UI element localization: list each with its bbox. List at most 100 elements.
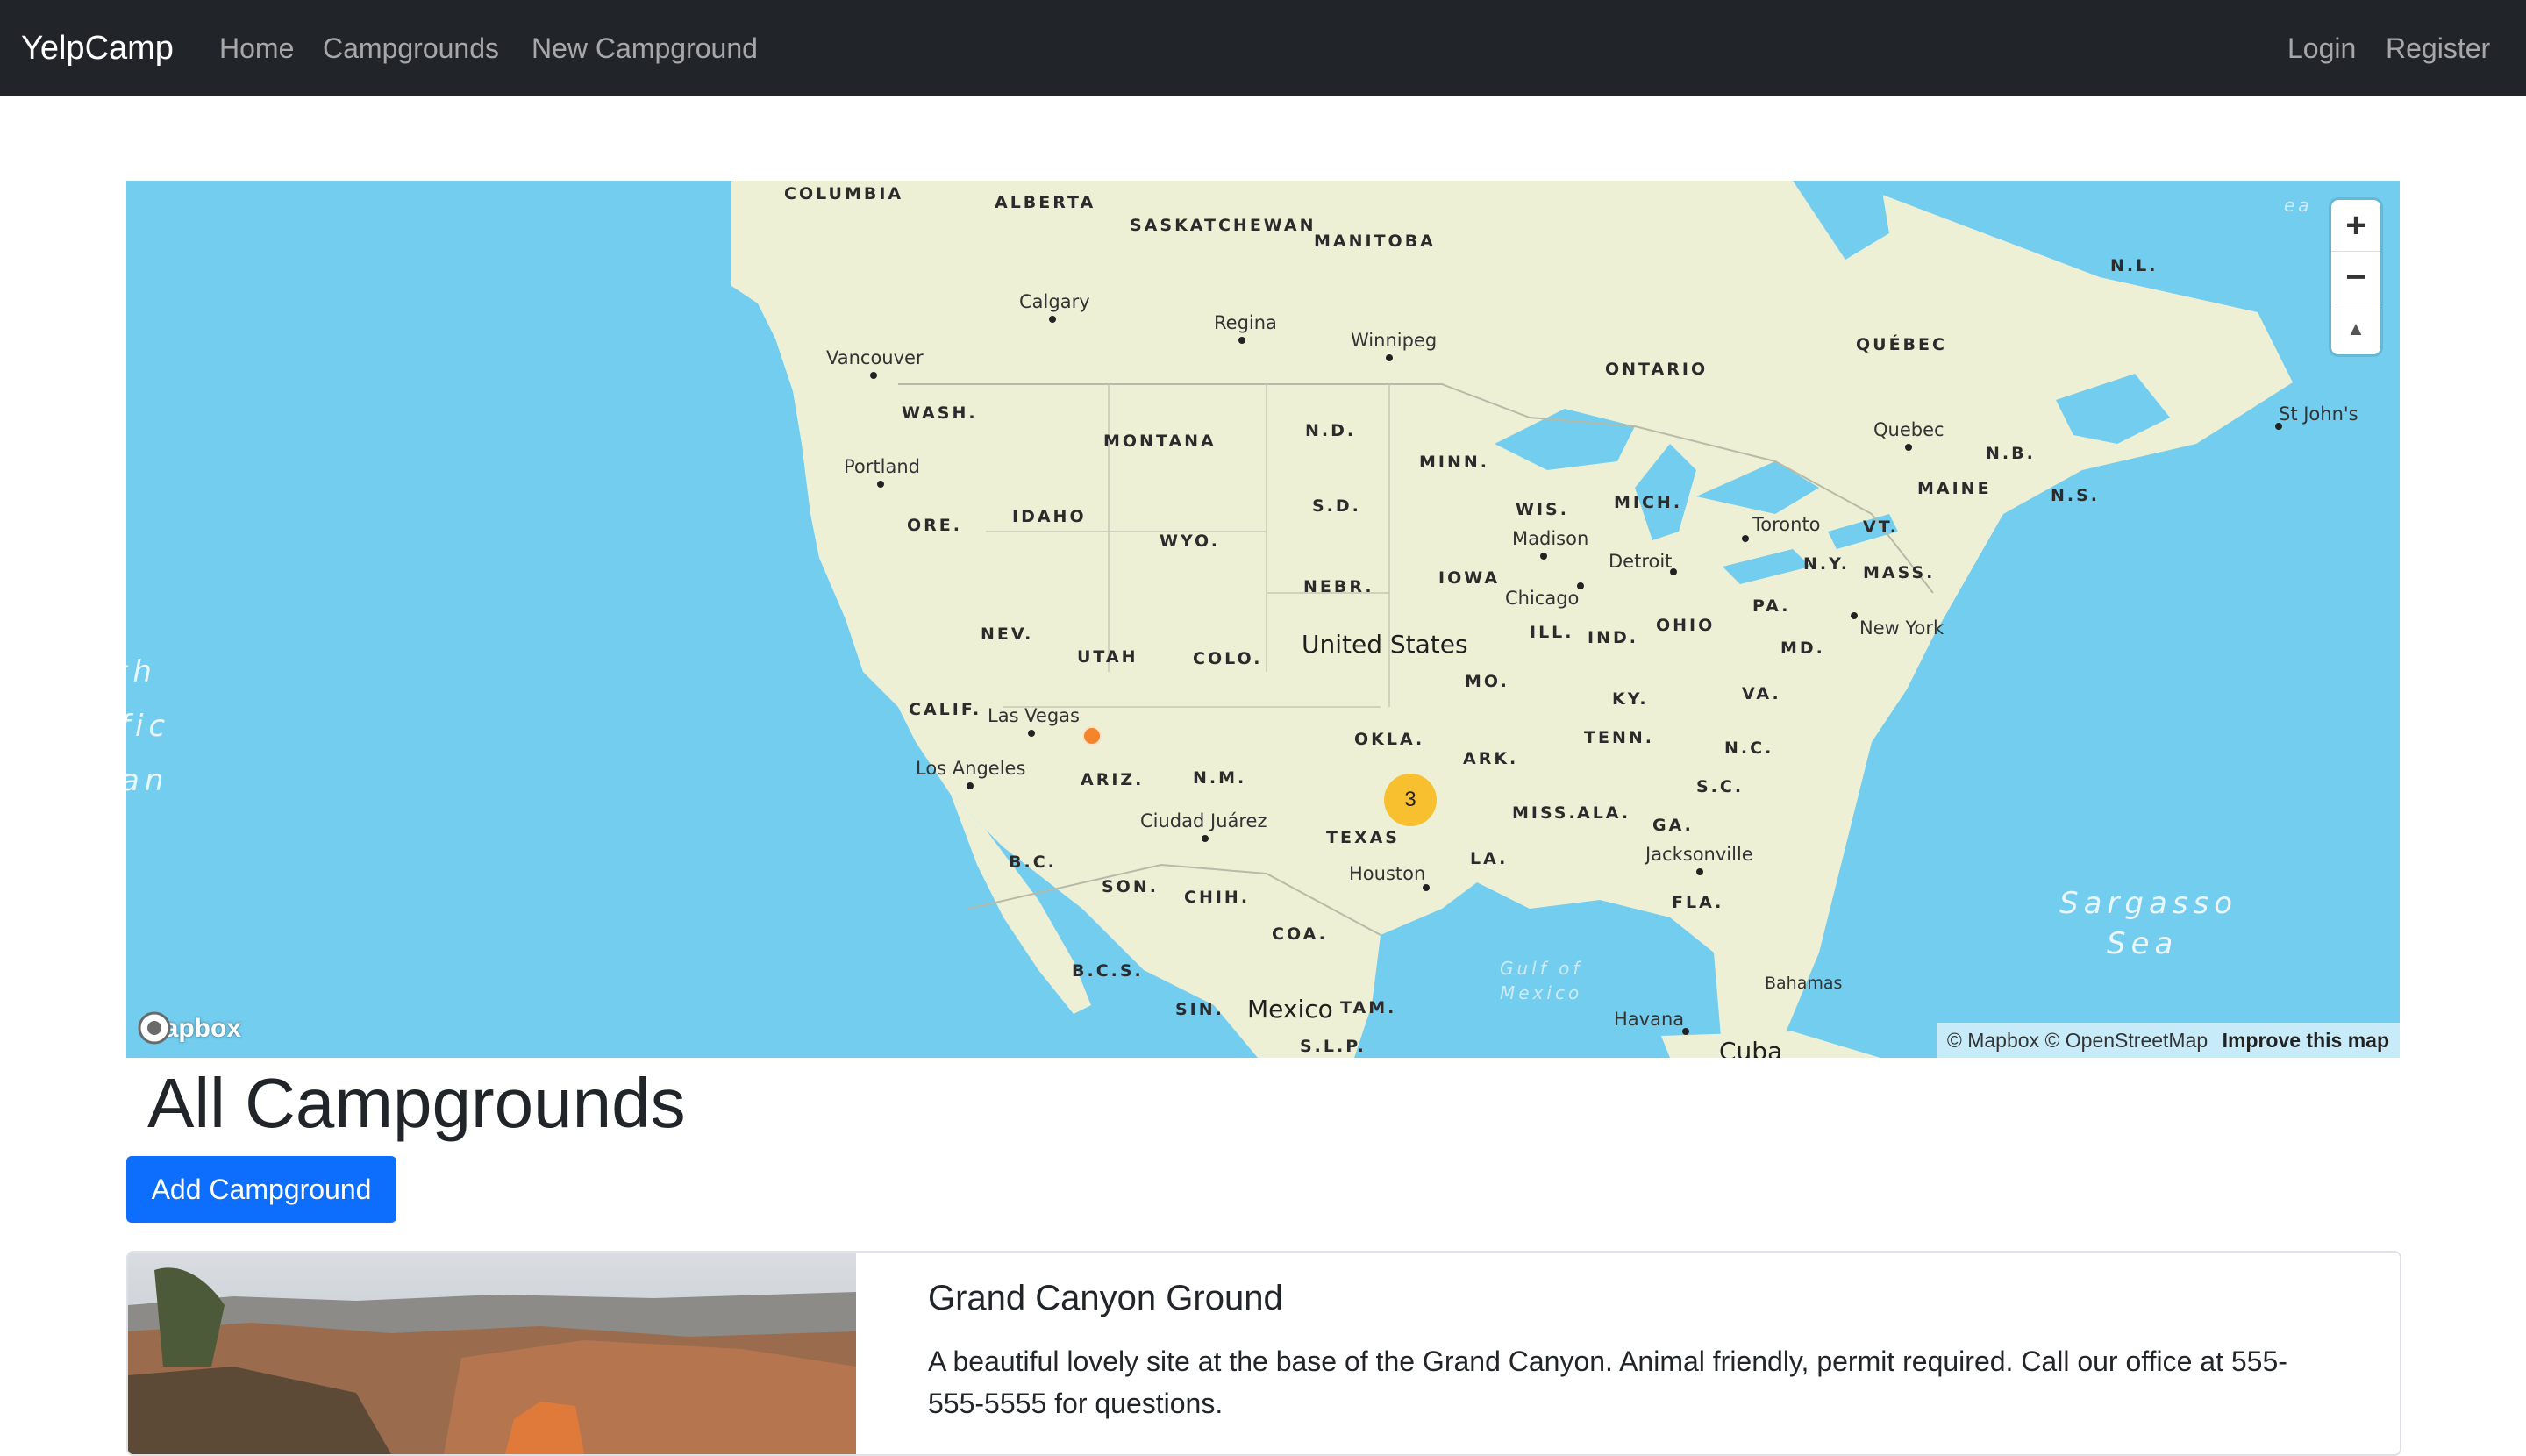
city-label: Quebec: [1873, 419, 1944, 440]
city-dot: [1905, 444, 1912, 451]
region-label: ARIZ.: [1081, 770, 1145, 789]
top-navbar: YelpCamp Home Campgrounds New Campground…: [0, 0, 2526, 96]
nav-link-home[interactable]: Home: [219, 26, 294, 70]
region-label: NEV.: [981, 625, 1034, 644]
region-label: WASH.: [902, 403, 978, 423]
campground-point-marker[interactable]: [1082, 726, 1102, 746]
nav-link-campgrounds[interactable]: Campgrounds: [323, 26, 499, 70]
region-label: S.C.: [1696, 777, 1745, 796]
city-label: Vancouver: [826, 347, 924, 368]
region-label: MISS.: [1512, 803, 1578, 823]
ocean-label: Sea: [2107, 926, 2179, 961]
region-label: QUÉBEC: [1856, 335, 1947, 354]
city-dot: [1202, 835, 1209, 842]
city-dot: [1423, 884, 1430, 891]
region-label: N.D.: [1305, 421, 1357, 440]
region-label: N.M.: [1193, 768, 1247, 788]
region-label: B.C.S.: [1072, 961, 1144, 981]
ocean-label: Gulf of: [1500, 958, 1583, 979]
region-label: ALBERTA: [995, 193, 1096, 212]
region-label: MD.: [1780, 639, 1825, 658]
campground-cluster-marker[interactable]: 3: [1384, 774, 1437, 826]
region-label: CHIH.: [1184, 888, 1251, 907]
city-dot: [1742, 535, 1749, 542]
city-dot: [1386, 354, 1393, 361]
region-label: MANITOBA: [1314, 232, 1436, 251]
region-label: S.D.: [1312, 496, 1361, 516]
region-label: TENN.: [1584, 728, 1654, 747]
region-label: IND.: [1588, 628, 1638, 647]
city-dot: [1682, 1028, 1689, 1035]
region-label: UTAH: [1077, 647, 1138, 667]
city-label: Los Angeles: [916, 758, 1026, 779]
region-label: IDAHO: [1012, 507, 1087, 526]
region-label: ILL.: [1530, 623, 1574, 642]
region-label: ARK.: [1463, 749, 1519, 768]
campground-card: Grand Canyon Ground A beautiful lovely s…: [126, 1251, 2401, 1456]
map-attribution: © Mapbox © OpenStreetMap Improve this ma…: [1936, 1023, 2400, 1058]
country-label: Cuba: [1719, 1037, 1783, 1058]
region-label: KY.: [1612, 689, 1649, 709]
city-label: Las Vegas: [988, 705, 1080, 726]
region-label: ORE.: [907, 516, 962, 535]
nav-link-login[interactable]: Login: [2287, 26, 2356, 70]
mapbox-logo-icon: [138, 1011, 171, 1045]
region-label: TAM.: [1340, 998, 1397, 1017]
region-label: N.B.: [1986, 444, 2036, 463]
region-label: COLO.: [1193, 649, 1263, 668]
cluster-map[interactable]: th fic an Sargasso Sea Gulf of Mexico ea…: [126, 181, 2400, 1058]
city-dot: [1670, 568, 1677, 575]
region-label: WIS.: [1516, 500, 1569, 519]
cluster-count: 3: [1404, 788, 1416, 811]
region-label: ONTARIO: [1605, 360, 1709, 379]
attribution-mapbox-link[interactable]: © Mapbox: [1947, 1029, 2039, 1052]
region-label: PA.: [1752, 596, 1791, 616]
region-label: MAINE: [1917, 479, 1992, 498]
region-label: NEBR.: [1303, 577, 1374, 596]
city-dot: [2275, 423, 2282, 430]
zoom-in-button[interactable]: +: [2331, 200, 2380, 251]
compass-button[interactable]: ▲: [2331, 303, 2380, 354]
ocean-label: fic: [126, 709, 171, 744]
city-dot: [1851, 612, 1858, 619]
region-label: SON.: [1102, 877, 1159, 896]
campground-description: A beautiful lovely site at the base of t…: [928, 1345, 2287, 1419]
mapbox-logo[interactable]: mapbox: [137, 1010, 241, 1047]
nav-link-new-campground[interactable]: New Campground: [532, 26, 758, 70]
campground-title[interactable]: Grand Canyon Ground: [928, 1279, 1283, 1318]
region-label: B.C.: [1009, 853, 1057, 872]
zoom-out-button[interactable]: −: [2331, 252, 2380, 303]
ocean-label: ea: [2284, 195, 2313, 216]
country-label: Mexico: [1247, 995, 1333, 1024]
improve-map-link[interactable]: Improve this map: [2223, 1029, 2389, 1052]
ocean-label: an: [126, 763, 169, 798]
region-label: COLUMBIA: [784, 184, 904, 203]
nav-link-register[interactable]: Register: [2386, 26, 2490, 70]
city-label: New York: [1859, 617, 1944, 639]
city-dot: [1696, 868, 1703, 875]
city-dot: [1238, 337, 1245, 344]
brand-link[interactable]: YelpCamp: [21, 26, 174, 70]
city-label: Jacksonville: [1645, 844, 1753, 865]
city-label: Detroit: [1609, 551, 1673, 572]
country-label: United States: [1302, 630, 1468, 659]
region-label: VT.: [1863, 517, 1899, 537]
map-navigation-control: + − ▲: [2331, 200, 2380, 354]
city-label: Havana: [1614, 1009, 1685, 1030]
region-label: ALA.: [1577, 803, 1631, 823]
city-label: Regina: [1214, 312, 1277, 333]
city-label: Houston: [1349, 863, 1426, 884]
ocean-label: Mexico: [1500, 982, 1583, 1003]
city-dot: [1577, 582, 1584, 589]
region-label: FLA.: [1672, 893, 1724, 912]
city-dot: [1540, 553, 1547, 560]
city-dot: [967, 782, 974, 789]
region-label: MASS.: [1863, 563, 1936, 582]
campground-image: [128, 1253, 856, 1454]
region-label: MO.: [1465, 672, 1509, 691]
ocean-label: th: [126, 654, 157, 689]
attribution-osm-link[interactable]: © OpenStreetMap: [2044, 1029, 2208, 1052]
add-campground-button[interactable]: Add Campground: [126, 1156, 396, 1223]
ocean-label: Sargasso: [2059, 886, 2238, 921]
region-label: OHIO: [1656, 616, 1716, 635]
